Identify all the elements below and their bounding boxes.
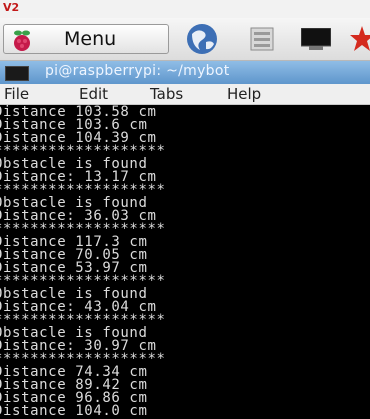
file-manager-icon[interactable] xyxy=(250,26,274,52)
raspberry-pi-icon xyxy=(14,30,30,51)
menu-edit[interactable]: Edit xyxy=(79,85,108,103)
menu-tabs[interactable]: Tabs xyxy=(150,85,183,103)
vnc-title: V2 xyxy=(3,1,20,14)
taskbar-panel: Menu xyxy=(0,18,370,61)
browser-globe-icon[interactable] xyxy=(184,22,220,56)
menu-button[interactable]: Menu xyxy=(3,24,169,54)
menu-label: Menu xyxy=(64,28,117,50)
terminal-menu-bar: File Edit Tabs Help xyxy=(0,84,370,105)
menu-file[interactable]: File xyxy=(4,85,29,103)
terminal-window-icon xyxy=(5,66,29,81)
terminal-line: Distance 104.0 cm xyxy=(0,403,148,419)
mathematica-icon[interactable] xyxy=(350,24,370,54)
terminal-output[interactable]: Distance 103.58 cm Distance 103.6 cm Dis… xyxy=(0,105,370,419)
vnc-title-bar: V2 xyxy=(0,0,370,18)
terminal-icon[interactable] xyxy=(301,28,331,50)
terminal-title-bar[interactable]: pi@raspberrypi: ~/mybot xyxy=(0,61,370,84)
menu-help[interactable]: Help xyxy=(227,85,261,103)
terminal-window-title: pi@raspberrypi: ~/mybot xyxy=(45,63,230,79)
